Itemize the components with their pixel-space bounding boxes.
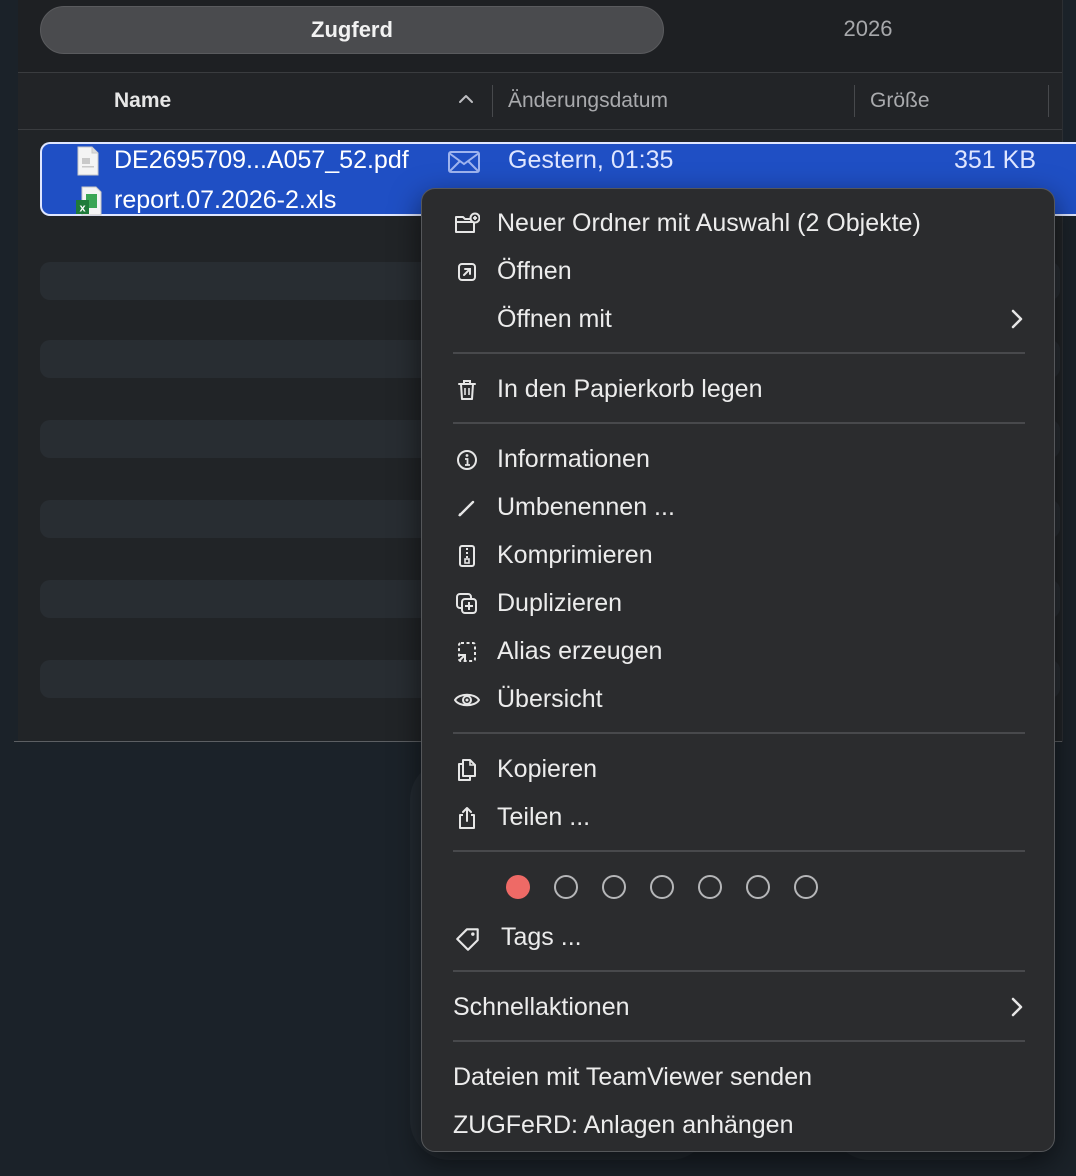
- menu-item-label: Tags ...: [501, 923, 582, 951]
- tag-color-gray[interactable]: [794, 875, 818, 899]
- menu-item-label: ZUGFeRD: Anlagen anhängen: [453, 1111, 794, 1139]
- menu-item-label: In den Papierkorb legen: [497, 375, 763, 403]
- menu-item-compress[interactable]: Komprimieren: [422, 531, 1054, 579]
- column-divider[interactable]: [854, 85, 855, 117]
- menu-separator: [453, 352, 1025, 354]
- menu-item-open[interactable]: Öffnen: [422, 247, 1054, 295]
- menu-separator: [453, 970, 1025, 972]
- file-date: Gestern, 01:35: [508, 146, 674, 174]
- tag-color-yellow[interactable]: [602, 875, 626, 899]
- archive-zip-icon: [459, 545, 475, 567]
- tag-color-orange[interactable]: [554, 875, 578, 899]
- menu-item-label: Öffnen: [497, 257, 572, 285]
- folder-plus-icon: [455, 212, 480, 233]
- file-name: DE2695709...A057_52.pdf: [114, 146, 409, 174]
- file-row[interactable]: DE2695709...A057_52.pdf Gestern, 01:35 3…: [18, 142, 1062, 180]
- menu-item-move-to-trash[interactable]: In den Papierkorb legen: [422, 365, 1054, 413]
- menu-separator: [453, 1040, 1025, 1042]
- tag-color-green[interactable]: [650, 875, 674, 899]
- menu-item-label: Komprimieren: [497, 541, 653, 569]
- context-menu: Neuer Ordner mit Auswahl (2 Objekte) Öff…: [421, 188, 1055, 1152]
- menu-item-quick-look[interactable]: Übersicht: [422, 675, 1054, 723]
- menu-item-teamviewer-send[interactable]: Dateien mit TeamViewer senden: [422, 1053, 1054, 1101]
- chevron-right-icon: [1011, 309, 1023, 329]
- info-icon: [457, 450, 477, 470]
- menu-item-label: Umbenennen ...: [497, 493, 675, 521]
- menu-item-tags[interactable]: Tags ...: [422, 913, 1054, 961]
- tab-zugferd[interactable]: Zugferd: [40, 6, 664, 54]
- menu-item-label: Neuer Ordner mit Auswahl (2 Objekte): [497, 209, 921, 237]
- menu-item-zugferd-attach[interactable]: ZUGFeRD: Anlagen anhängen: [422, 1101, 1054, 1149]
- menu-item-quick-actions[interactable]: Schnellaktionen: [422, 983, 1054, 1031]
- file-name: report.07.2026-2.xls: [114, 186, 337, 214]
- menu-item-share[interactable]: Teilen ...: [422, 793, 1054, 841]
- menu-item-label: Öffnen mit: [497, 305, 612, 333]
- tag-color-red[interactable]: [506, 875, 530, 899]
- menu-item-get-info[interactable]: Informationen: [422, 435, 1054, 483]
- pencil-icon: [458, 500, 475, 517]
- menu-item-label: Alias erzeugen: [497, 637, 663, 665]
- menu-item-rename[interactable]: Umbenennen ...: [422, 483, 1054, 531]
- menu-item-label: Kopieren: [497, 755, 598, 783]
- tab-2026[interactable]: 2026: [678, 6, 1058, 52]
- menu-item-label: Informationen: [497, 445, 650, 473]
- tab-bar: Zugferd 2026: [18, 0, 1062, 73]
- menu-item-label: Übersicht: [497, 685, 603, 713]
- svg-text:x: x: [79, 203, 86, 215]
- duplicate-icon: [456, 593, 477, 614]
- tag-color-purple[interactable]: [746, 875, 770, 899]
- column-divider[interactable]: [1048, 85, 1049, 117]
- mail-icon: [448, 151, 480, 173]
- menu-item-label: Dateien mit TeamViewer senden: [453, 1063, 812, 1091]
- alias-icon: [458, 642, 476, 662]
- menu-item-label: Schnellaktionen: [453, 993, 630, 1021]
- chevron-up-icon[interactable]: [458, 91, 474, 107]
- menu-item-label: Duplizieren: [497, 589, 623, 617]
- column-header-name[interactable]: Name: [114, 73, 171, 129]
- menu-item-make-alias[interactable]: Alias erzeugen: [422, 627, 1054, 675]
- column-divider[interactable]: [492, 85, 493, 117]
- eye-icon: [454, 693, 480, 707]
- menu-separator: [453, 850, 1025, 852]
- chevron-right-icon: [1011, 997, 1023, 1017]
- menu-separator: [453, 422, 1025, 424]
- tag-color-blue[interactable]: [698, 875, 722, 899]
- share-icon: [459, 807, 475, 829]
- menu-separator: [453, 732, 1025, 734]
- tag-icon: [456, 928, 479, 951]
- column-header-bar: Name Änderungsdatum Größe: [18, 73, 1062, 130]
- file-size: 351 KB: [953, 146, 1036, 174]
- menu-item-open-with[interactable]: Öffnen mit: [422, 295, 1054, 343]
- trash-icon: [458, 380, 476, 400]
- menu-item-label: Teilen ...: [497, 803, 591, 831]
- excel-document-icon: x: [76, 186, 102, 216]
- pdf-document-icon: [77, 146, 99, 176]
- menu-item-duplicate[interactable]: Duplizieren: [422, 579, 1054, 627]
- column-header-date[interactable]: Änderungsdatum: [508, 73, 668, 129]
- menu-item-copy[interactable]: Kopieren: [422, 745, 1054, 793]
- menu-item-new-folder-with-selection[interactable]: Neuer Ordner mit Auswahl (2 Objekte): [422, 199, 1054, 247]
- copy-documents-icon: [458, 759, 476, 781]
- column-header-size[interactable]: Größe: [870, 73, 930, 129]
- open-arrow-icon: [458, 263, 476, 281]
